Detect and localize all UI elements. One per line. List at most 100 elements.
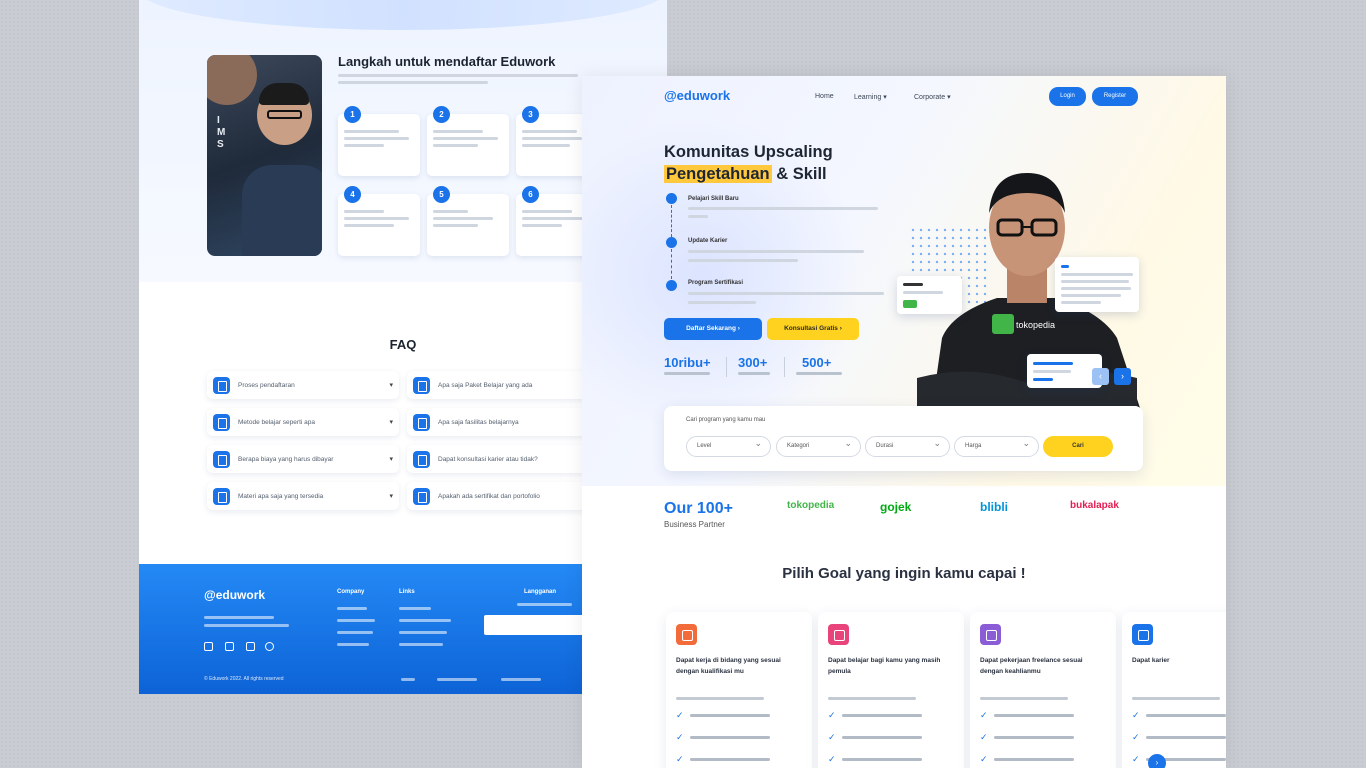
mentor-info-card bbox=[897, 276, 962, 314]
shirt-brand-text: tokopedia bbox=[1016, 320, 1055, 330]
faq-question: Materi apa saja yang tersedia bbox=[238, 492, 324, 500]
hero-step-title: Update Karier bbox=[688, 238, 728, 244]
briefcase-icon bbox=[676, 624, 697, 645]
goal-card-text: Dapat belajar bagi kamu yang masih pemul… bbox=[828, 657, 941, 675]
goal-card[interactable]: Dapat belajar bagi kamu yang masih pemul… bbox=[818, 612, 964, 768]
faq-item[interactable]: Apakah ada sertifikat dan portofolio ▾ bbox=[407, 482, 599, 510]
faq-item[interactable]: Metode belajar seperti apa ▾ bbox=[207, 408, 399, 436]
faq-icon bbox=[213, 487, 230, 505]
goal-next-button[interactable]: › bbox=[1148, 754, 1166, 768]
facebook-icon[interactable] bbox=[204, 642, 213, 651]
price-select[interactable]: Harga bbox=[954, 434, 1039, 457]
goal-card-text: Dapat karier bbox=[1132, 657, 1170, 664]
check-icon: ✓ bbox=[980, 710, 988, 720]
footer-col-newsletter: Langganan bbox=[524, 589, 557, 595]
people-icon bbox=[828, 624, 849, 645]
step-icon bbox=[666, 193, 677, 204]
stat-programs: 300+ bbox=[738, 355, 768, 370]
check-icon: ✓ bbox=[1132, 710, 1140, 720]
footer-logo[interactable]: @eduwork bbox=[204, 588, 265, 602]
partners-count: Our 100+ bbox=[664, 500, 733, 517]
partners-label: Business Partner bbox=[664, 520, 725, 529]
hero-title: Komunitas Upscaling Pengetahuan & Skill bbox=[664, 141, 833, 185]
category-select[interactable]: Kategori bbox=[776, 434, 861, 457]
goal-card[interactable]: Dapat karier ✓ ✓ ✓ bbox=[1122, 612, 1226, 768]
chevron-down-icon: ▾ bbox=[389, 419, 393, 426]
register-button[interactable]: Register bbox=[1092, 87, 1138, 106]
goal-card-text: Dapat kerja di bidang yang sesuai dengan… bbox=[676, 657, 781, 675]
chevron-down-icon: ▾ bbox=[389, 456, 393, 463]
step-number: 3 bbox=[522, 106, 539, 123]
step-number: 4 bbox=[344, 186, 361, 203]
goal-card[interactable]: Dapat kerja di bidang yang sesuai dengan… bbox=[666, 612, 812, 768]
instagram-icon[interactable] bbox=[225, 642, 234, 651]
linkedin-icon[interactable] bbox=[265, 642, 274, 651]
faq-item[interactable]: Materi apa saja yang tersedia ▾ bbox=[207, 482, 399, 510]
faq-icon bbox=[213, 376, 230, 394]
search-label: Cari program yang kamu mau bbox=[686, 417, 766, 423]
laptop-icon bbox=[980, 624, 1001, 645]
check-icon: ✓ bbox=[676, 710, 684, 720]
check-icon: ✓ bbox=[676, 732, 684, 742]
step-number: 6 bbox=[522, 186, 539, 203]
carousel-prev-button[interactable]: ‹ bbox=[1092, 368, 1109, 385]
hero-title-highlight: Pengetahuan bbox=[664, 165, 772, 183]
free-consultation-button[interactable]: Konsultasi Gratis › bbox=[767, 318, 859, 340]
goal-card[interactable]: Dapat pekerjaan freelance sesuai dengan … bbox=[970, 612, 1116, 768]
right-page-mockup: @eduwork Home Learning ▾ Corporate ▾ Log… bbox=[582, 76, 1226, 768]
faq-item[interactable]: Proses pendaftaran ▾ bbox=[207, 371, 399, 399]
duration-select[interactable]: Durasi bbox=[865, 434, 950, 457]
check-icon: ✓ bbox=[980, 732, 988, 742]
carousel-next-button[interactable]: › bbox=[1114, 368, 1131, 385]
hero-title-rest: & Skill bbox=[771, 165, 827, 183]
faq-question: Berapa biaya yang harus dibayar bbox=[238, 455, 334, 463]
nav-link-corporate[interactable]: Corporate ▾ bbox=[914, 93, 951, 101]
check-icon: ✓ bbox=[1132, 732, 1140, 742]
nav-link-learning[interactable]: Learning ▾ bbox=[854, 93, 887, 101]
hero-step-title: Pelajari Skill Baru bbox=[688, 196, 739, 202]
faq-item[interactable]: Apa saja Paket Belajar yang ada ▾ bbox=[407, 371, 599, 399]
partner-logo-blibli: blibli bbox=[980, 500, 1008, 514]
partner-logo-gojek: gojek bbox=[880, 500, 912, 514]
footer-copyright: © Eduwork 2022. All rights reserved bbox=[204, 676, 284, 682]
check-icon: ✓ bbox=[828, 732, 836, 742]
faq-icon bbox=[413, 487, 430, 505]
step-card-5: 5 bbox=[427, 186, 509, 256]
check-icon: ✓ bbox=[1132, 754, 1140, 764]
hero-title-line1: Komunitas Upscaling bbox=[664, 143, 833, 161]
register-now-button[interactable]: Daftar Sekarang › bbox=[664, 318, 762, 340]
faq-item[interactable]: Berapa biaya yang harus dibayar ▾ bbox=[207, 445, 399, 473]
search-button[interactable]: Cari bbox=[1043, 436, 1113, 457]
faq-question: Metode belajar seperti apa bbox=[238, 418, 315, 426]
faq-question: Dapat konsultasi karier atau tidak? bbox=[438, 455, 538, 463]
footer-col-links: Links bbox=[399, 589, 415, 595]
wave-decoration bbox=[139, 0, 667, 30]
check-icon: ✓ bbox=[828, 754, 836, 764]
nav-logo[interactable]: @eduwork bbox=[664, 88, 730, 103]
check-icon: ✓ bbox=[980, 754, 988, 764]
level-select[interactable]: Level bbox=[686, 434, 771, 457]
program-search-panel: Cari program yang kamu mau Level Kategor… bbox=[664, 406, 1143, 471]
step-card-2: 2 bbox=[427, 106, 509, 176]
faq-icon bbox=[213, 450, 230, 468]
faq-item[interactable]: Dapat konsultasi karier atau tidak? ▾ bbox=[407, 445, 599, 473]
faq-question: Proses pendaftaran bbox=[238, 381, 295, 389]
step-number: 1 bbox=[344, 106, 361, 123]
carousel-card bbox=[1027, 354, 1102, 388]
partner-logo-bukalapak: bukalapak bbox=[1070, 500, 1119, 511]
step-icon bbox=[666, 280, 677, 291]
login-button[interactable]: Login bbox=[1049, 87, 1086, 106]
chart-icon bbox=[1132, 624, 1153, 645]
faq-question: Apa saja fasilitas belajarnya bbox=[438, 418, 519, 426]
stat-partners: 500+ bbox=[802, 355, 832, 370]
faq-item[interactable]: Apa saja fasilitas belajarnya ▾ bbox=[407, 408, 599, 436]
steps-description bbox=[338, 74, 588, 88]
youtube-icon[interactable] bbox=[246, 642, 255, 651]
check-icon: ✓ bbox=[676, 754, 684, 764]
stat-students: 10ribu+ bbox=[664, 355, 711, 370]
partner-logo-tokopedia: tokopedia bbox=[787, 500, 835, 511]
hero-step-title: Program Sertifikasi bbox=[688, 280, 744, 286]
footer-col-company: Company bbox=[337, 589, 365, 595]
nav-link-home[interactable]: Home bbox=[815, 93, 834, 100]
step-number: 5 bbox=[433, 186, 450, 203]
